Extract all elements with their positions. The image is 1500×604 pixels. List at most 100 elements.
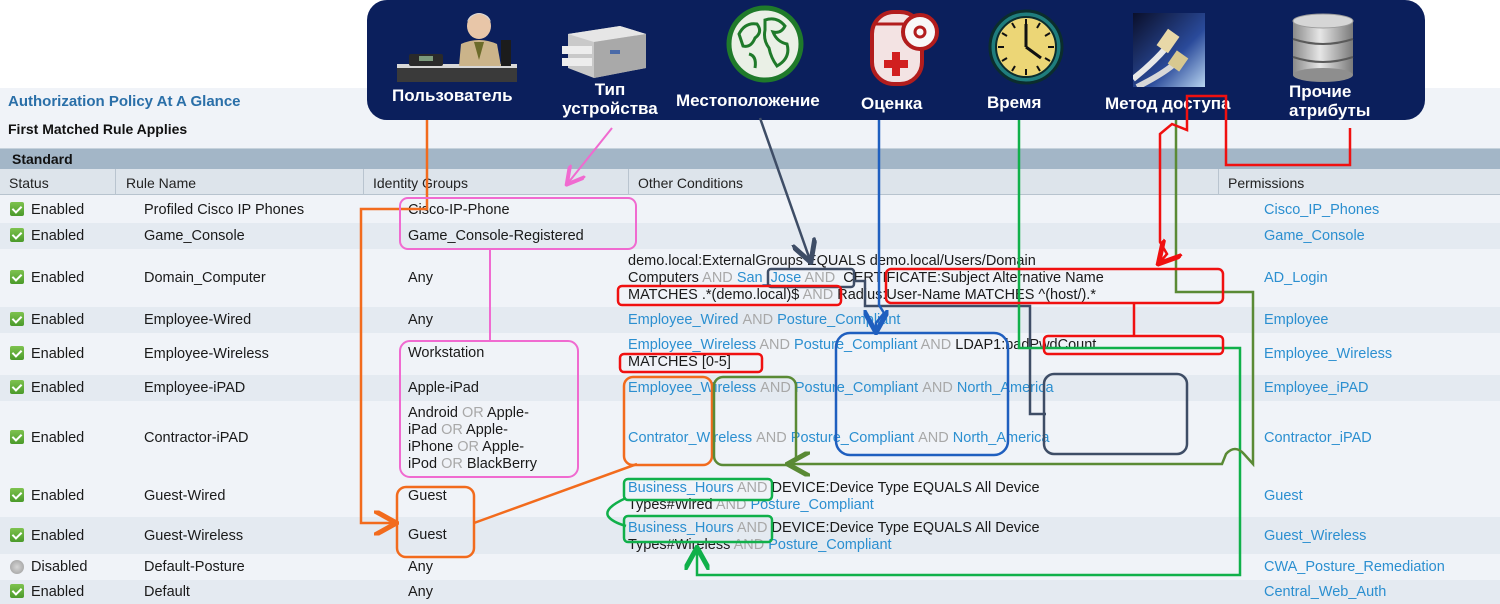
conditions: Business_Hours AND DEVICE:Device Type EQ… (628, 520, 1040, 553)
table-header: Status Rule Name Identity Groups Other C… (0, 169, 1500, 195)
permission-link[interactable]: Contractor_iPAD (1264, 401, 1372, 475)
status-cell: Enabled (10, 475, 84, 517)
posture-assessment-icon (870, 8, 942, 88)
panel-title: Authorization Policy At A Glance (8, 93, 241, 110)
condition-link[interactable]: San_Jose (737, 270, 802, 286)
condition-link[interactable]: Employee_Wireless (628, 337, 756, 353)
condition-link[interactable]: Posture_Compliant (777, 312, 900, 329)
table-row[interactable]: Enabled Guest-Wireless Guest Business_Ho… (0, 517, 1500, 554)
enabled-check-icon (10, 228, 24, 242)
table-row[interactable]: Enabled Contractor-iPAD Android OR Apple… (0, 401, 1500, 475)
col-other-conditions[interactable]: Other Conditions (628, 169, 1218, 195)
condition-link[interactable]: Business_Hours (628, 480, 734, 496)
table-row[interactable]: Enabled Domain_Computer Any demo.local:E… (0, 249, 1500, 307)
banner-label-posture: Оценка (861, 94, 923, 113)
enabled-check-icon (10, 312, 24, 326)
banner-label-user: Пользователь (392, 86, 513, 105)
conditions: Employee_Wired AND Posture_Compliant (628, 311, 901, 329)
condition-link[interactable]: North_America (957, 380, 1054, 397)
permission-link[interactable]: Employee_Wireless (1264, 333, 1392, 375)
condition-link[interactable]: Posture_Compliant (794, 337, 917, 353)
status-cell: Disabled (10, 554, 87, 580)
permission-link[interactable]: AD_Login (1264, 249, 1328, 307)
banner-label-location: Местоположение (676, 91, 820, 110)
table-row[interactable]: Enabled Guest-Wired Guest Business_Hours… (0, 475, 1500, 517)
identity-group: Any (408, 311, 433, 328)
permission-link[interactable]: Employee_iPAD (1264, 375, 1369, 401)
enabled-check-icon (10, 380, 24, 394)
enabled-check-icon (10, 488, 24, 502)
condition-link[interactable]: Posture_Compliant (768, 537, 891, 553)
clock-icon (987, 8, 1065, 86)
rule-name[interactable]: Domain_Computer (144, 249, 266, 307)
permission-link[interactable]: Game_Console (1264, 223, 1365, 249)
permission-link[interactable]: Guest_Wireless (1264, 517, 1366, 554)
rule-name[interactable]: Guest-Wired (144, 475, 225, 517)
attribute-banner: Пользователь Тип устройства Местоположени… (367, 0, 1425, 120)
identity-group: Guest (408, 527, 447, 543)
condition-link[interactable]: Posture_Compliant (791, 430, 914, 447)
condition-link[interactable]: Posture_Compliant (751, 497, 874, 513)
col-permissions[interactable]: Permissions (1218, 169, 1500, 195)
table-row[interactable]: Enabled Employee-Wireless Workstation Em… (0, 333, 1500, 375)
rule-name[interactable]: Contractor-iPAD (144, 401, 248, 475)
conditions: Contrator_Wireless AND Posture_Compliant… (628, 429, 1050, 447)
permission-link[interactable]: Cisco_IP_Phones (1264, 197, 1379, 223)
condition-link[interactable]: North_America (953, 430, 1050, 447)
rule-name[interactable]: Employee-iPAD (144, 375, 245, 401)
identity-group: Apple-iPad (408, 379, 479, 396)
condition-link[interactable]: Posture_Compliant (795, 380, 918, 397)
identity-group: Guest (408, 487, 447, 504)
rule-name[interactable]: Guest-Wireless (144, 517, 243, 554)
table-row[interactable]: Enabled Game_Console Game_Console-Regist… (0, 223, 1500, 249)
col-rule-name[interactable]: Rule Name (115, 169, 363, 195)
table-row[interactable]: Enabled Profiled Cisco IP Phones Cisco-I… (0, 197, 1500, 223)
condition-link[interactable]: Contrator_Wireless (628, 430, 752, 447)
user-at-desk-icon (397, 10, 517, 82)
status-cell: Enabled (10, 401, 84, 475)
permission-link[interactable]: Employee (1264, 307, 1328, 333)
table-row[interactable]: Enabled Default Any Central_Web_Auth (0, 580, 1500, 604)
enabled-check-icon (10, 346, 24, 360)
identity-group: Any (408, 269, 433, 286)
table-row[interactable]: Disabled Default-Posture Any CWA_Posture… (0, 554, 1500, 580)
rule-name[interactable]: Employee-Wired (144, 307, 251, 333)
rule-name[interactable]: Profiled Cisco IP Phones (144, 197, 304, 223)
section-label: Standard (12, 151, 73, 167)
conditions: demo.local:ExternalGroups EQUALS demo.lo… (628, 253, 1104, 303)
enabled-check-icon (10, 270, 24, 284)
panel-subtitle: First Matched Rule Applies (8, 121, 188, 137)
conditions: Employee_Wireless AND Posture_Compliant … (628, 337, 1097, 370)
identity-group: Android OR Apple- iPad OR Apple- iPhone … (408, 405, 537, 472)
rule-name[interactable]: Employee-Wireless (144, 333, 269, 375)
section-header-standard[interactable]: Standard (0, 148, 1500, 169)
identity-group: Game_Console-Registered (408, 227, 584, 244)
enabled-check-icon (10, 202, 24, 216)
rule-name[interactable]: Default-Posture (144, 554, 245, 580)
disabled-icon (10, 560, 24, 574)
enabled-check-icon (10, 527, 24, 542)
col-status[interactable]: Status (0, 169, 115, 195)
condition-link[interactable]: Business_Hours (628, 520, 734, 536)
permission-link[interactable]: Guest (1264, 475, 1303, 517)
banner-label-time: Время (987, 93, 1042, 112)
status-cell: Enabled (10, 375, 84, 401)
table-row[interactable]: Enabled Employee-iPAD Apple-iPad Employe… (0, 375, 1500, 401)
enabled-check-icon (10, 584, 24, 598)
status-cell: Enabled (10, 223, 84, 249)
permission-link[interactable]: Central_Web_Auth (1264, 580, 1386, 604)
rule-name[interactable]: Default (144, 580, 190, 604)
identity-group: Any (408, 583, 433, 600)
identity-group: Cisco-IP-Phone (408, 201, 510, 218)
col-identity-groups[interactable]: Identity Groups (363, 169, 628, 195)
status-cell: Enabled (10, 249, 84, 307)
permission-link[interactable]: CWA_Posture_Remediation (1264, 554, 1445, 580)
condition-link[interactable]: Employee_Wireless (628, 380, 756, 397)
status-cell: Enabled (10, 333, 84, 375)
status-cell: Enabled (10, 517, 84, 554)
rule-name[interactable]: Game_Console (144, 223, 245, 249)
status-cell: Enabled (10, 197, 84, 223)
table-row[interactable]: Enabled Employee-Wired Any Employee_Wire… (0, 307, 1500, 333)
condition-link[interactable]: Employee_Wired (628, 312, 738, 329)
network-cable-icon (1131, 13, 1205, 90)
